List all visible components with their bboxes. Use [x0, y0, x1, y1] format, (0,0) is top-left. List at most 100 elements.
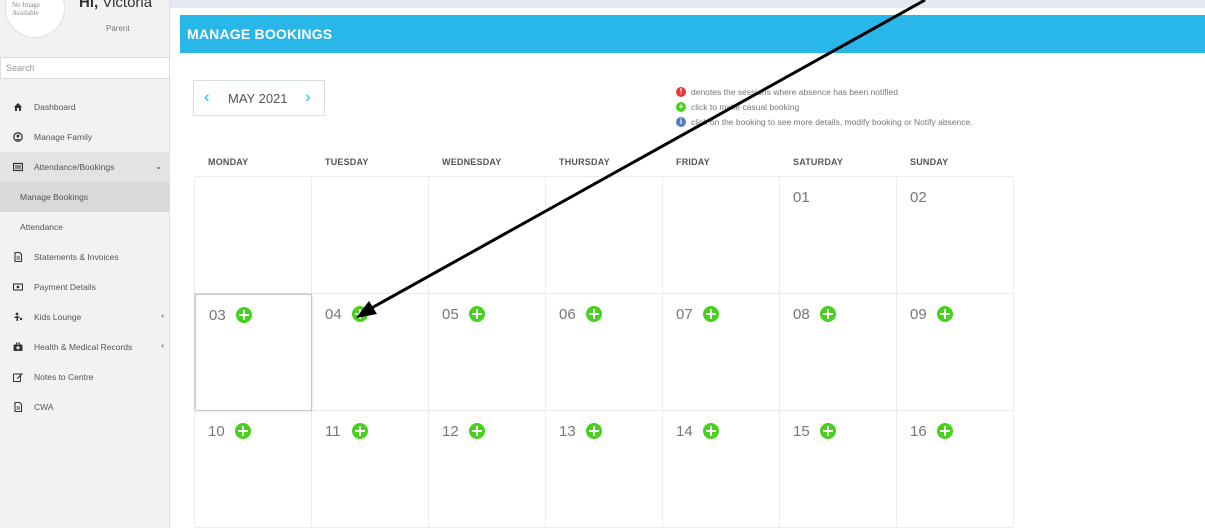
edit-icon [12, 371, 24, 383]
user-role: Parent [106, 24, 130, 33]
sidebar-item-label: Manage Bookings [20, 192, 89, 202]
sidebar-item-health-medical[interactable]: Health & Medical Records ‹ [0, 332, 170, 362]
sidebar: No Image Available Hi, Victoria Parent D… [0, 0, 170, 528]
add-booking-icon[interactable] [352, 423, 368, 439]
chevron-right-icon[interactable]: › [305, 87, 311, 107]
sidebar-item-cwa[interactable]: CWA [0, 392, 170, 422]
sidebar-item-label: Payment Details [34, 282, 96, 292]
legend-item-absence: ! denotes the sessions where absence has… [676, 84, 973, 99]
sidebar-item-attendance-bookings[interactable]: Attendance/Bookings ⌄ [0, 152, 170, 182]
calendar-day-cell[interactable]: 06 [546, 294, 663, 411]
calendar-day-cell[interactable]: 16 [897, 411, 1014, 528]
day-number: 15 [793, 423, 810, 440]
weekday-header: WEDNESDAY [442, 157, 502, 167]
sidebar-item-notes-to-centre[interactable]: Notes to Centre [0, 362, 170, 392]
weekday-header: MONDAY [208, 157, 249, 167]
page-title: MANAGE BOOKINGS [187, 26, 333, 42]
day-number: 02 [910, 189, 927, 206]
calendar-day-cell[interactable]: 07 [663, 294, 780, 411]
legend-text: denotes the sessions where absence has b… [691, 86, 898, 97]
add-booking-icon[interactable] [236, 307, 252, 323]
calendar-day-cell[interactable]: 01 [780, 177, 897, 294]
weekday-header: THURSDAY [559, 157, 610, 167]
calendar-day-cell[interactable]: 04 [312, 294, 429, 411]
day-number: 11 [325, 423, 341, 440]
calendar-day-cell[interactable] [195, 177, 312, 294]
add-booking-icon[interactable] [820, 306, 836, 322]
add-booking-icon[interactable] [469, 306, 485, 322]
sidebar-item-label: Kids Lounge [34, 312, 82, 322]
month-label: MAY 2021 [228, 91, 288, 106]
calendar-day-cell[interactable]: 05 [429, 294, 546, 411]
calendar-grid: 01 02 03 04 05 06 07 08 09 10 11 12 13 14 15 16 [194, 176, 1014, 528]
add-booking-icon[interactable] [352, 306, 368, 322]
day-number: 09 [910, 306, 927, 323]
calendar-day-cell[interactable]: 03 [195, 294, 312, 411]
page-header: MANAGE BOOKINGS [180, 15, 1205, 53]
calendar-day-cell[interactable] [312, 177, 429, 294]
chevron-left-icon[interactable]: ‹ [204, 87, 210, 107]
calendar-day-cell[interactable]: 12 [429, 411, 546, 528]
calendar-day-cell[interactable]: 13 [546, 411, 663, 528]
chevron-left-icon: ‹ [161, 311, 164, 320]
sidebar-item-dashboard[interactable]: Dashboard [0, 92, 170, 122]
add-booking-icon[interactable] [937, 423, 953, 439]
top-strip [170, 0, 1205, 8]
home-icon [12, 101, 24, 113]
sidebar-item-label: Attendance [20, 222, 64, 232]
add-booking-icon[interactable] [235, 423, 251, 439]
add-booking-icon[interactable] [586, 306, 602, 322]
calendar-day-cell[interactable]: 08 [780, 294, 897, 411]
sidebar-item-label: Notes to Centre [34, 372, 94, 382]
calendar-day-cell[interactable] [663, 177, 780, 294]
document-icon [12, 401, 24, 413]
sidebar-item-manage-family[interactable]: Manage Family [0, 122, 170, 152]
add-booking-icon[interactable] [469, 423, 485, 439]
add-booking-icon[interactable] [703, 423, 719, 439]
calendar-day-cell[interactable]: 09 [897, 294, 1014, 411]
calendar-day-cell[interactable]: 10 [195, 411, 312, 528]
calendar-day-cell[interactable] [429, 177, 546, 294]
weekday-header: FRIDAY [676, 157, 710, 167]
alert-icon: ! [676, 86, 686, 97]
sidebar-item-label: Dashboard [34, 102, 76, 112]
plus-circle-icon: + [676, 101, 686, 112]
sidebar-nav: Dashboard Manage Family Attendance/Booki… [0, 92, 170, 422]
sidebar-item-label: CWA [34, 402, 54, 412]
calendar-day-cell[interactable]: 14 [663, 411, 780, 528]
calendar-day-cell[interactable]: 02 [897, 177, 1014, 294]
info-icon: i [676, 116, 686, 127]
child-icon [12, 311, 24, 323]
legend-item-casual-booking: + click to make casual booking [676, 99, 973, 114]
day-number: 07 [676, 306, 693, 323]
add-booking-icon[interactable] [703, 306, 719, 322]
sidebar-item-kids-lounge[interactable]: Kids Lounge ‹ [0, 302, 170, 332]
sidebar-item-label: Manage Family [34, 132, 93, 142]
sidebar-item-label: Health & Medical Records [34, 342, 133, 352]
weekday-header: SATURDAY [793, 157, 844, 167]
add-booking-icon[interactable] [820, 423, 836, 439]
calendar-day-cell[interactable]: 11 [312, 411, 429, 528]
sidebar-item-attendance[interactable]: Attendance [0, 212, 170, 242]
day-number: 13 [559, 423, 576, 440]
add-booking-icon[interactable] [586, 423, 602, 439]
sidebar-item-payment-details[interactable]: Payment Details [0, 272, 170, 302]
calendar-day-cell[interactable]: 15 [780, 411, 897, 528]
add-booking-icon[interactable] [937, 306, 953, 322]
day-number: 10 [208, 423, 225, 440]
day-number: 14 [676, 423, 693, 440]
day-number: 04 [325, 306, 342, 323]
day-number: 08 [793, 306, 810, 323]
sidebar-item-statements-invoices[interactable]: Statements & Invoices [0, 242, 170, 272]
greeting-hi: Hi, [79, 0, 99, 11]
calendar-day-cell[interactable] [546, 177, 663, 294]
day-number: 06 [559, 306, 576, 323]
avatar: No Image Available [5, 0, 65, 38]
chevron-down-icon: ⌄ [155, 162, 162, 171]
sidebar-item-manage-bookings[interactable]: Manage Bookings [0, 182, 170, 212]
sidebar-item-label: Attendance/Bookings [34, 162, 115, 172]
sidebar-item-label: Statements & Invoices [34, 252, 119, 262]
search-input[interactable] [0, 57, 170, 79]
legend-text: click on the booking to see more details… [691, 116, 973, 127]
avatar-placeholder-text: No Image Available [12, 1, 40, 17]
